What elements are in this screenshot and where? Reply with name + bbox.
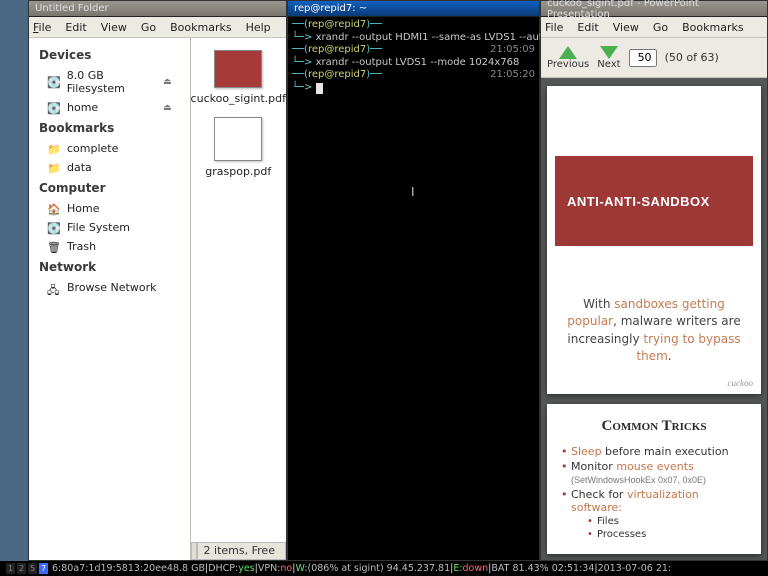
list-item: Files bbox=[585, 516, 749, 527]
terminal-titlebar[interactable]: rep@repid7: ~ bbox=[288, 1, 539, 17]
sidebar-item-data[interactable]: 📁data bbox=[33, 158, 186, 177]
pdf-thumbnail-icon bbox=[214, 50, 262, 88]
sidebar-head-devices: Devices bbox=[33, 44, 186, 66]
file-item[interactable]: cuckoo_sigint.pdf bbox=[191, 50, 286, 105]
terminal-body[interactable]: ──(rep@repid7)── └─> xrandr --output HDM… bbox=[288, 17, 539, 560]
menu-view[interactable]: View bbox=[101, 21, 127, 34]
sidebar-head-network: Network bbox=[33, 256, 186, 278]
text-caret-icon: I bbox=[411, 185, 415, 200]
drive-icon: 💽 bbox=[47, 102, 61, 114]
menu-help[interactable]: Help bbox=[246, 21, 271, 34]
pdf-thumbnail-icon bbox=[214, 117, 262, 161]
list-item: Check for virtualization software: Files… bbox=[559, 488, 749, 540]
mac-address: 6:80a7:1d19:5813:20ee bbox=[52, 563, 167, 574]
slide2-heading: Common Tricks bbox=[559, 418, 749, 435]
terminal-cursor bbox=[316, 83, 323, 94]
slide-subtitle: With sandboxes getting popular, malware … bbox=[547, 256, 761, 376]
file-name: cuckoo_sigint.pdf bbox=[191, 92, 286, 105]
pdfviewer-menubar: File Edit View Go Bookmarks bbox=[541, 17, 767, 38]
filemanager-titlebar[interactable]: Untitled Folder bbox=[29, 1, 286, 17]
filemanager-menubar: File Edit View Go Bookmarks Help bbox=[29, 17, 286, 38]
home-icon: 🏠 bbox=[47, 203, 61, 215]
network-icon: 🖧 bbox=[47, 282, 61, 294]
filemanager-sidebar: Devices 💽8.0 GB Filesystem⏏ 💽home⏏ Bookm… bbox=[29, 38, 191, 560]
list-item: Sleep before main execution bbox=[559, 445, 749, 458]
workspace-active[interactable]: 7 bbox=[39, 563, 48, 574]
workspace[interactable]: 1 bbox=[6, 563, 15, 574]
sidebar-item-browse-network[interactable]: 🖧Browse Network bbox=[33, 278, 186, 297]
filemanager-content[interactable]: cuckoo_sigint.pdf graspop.pdf 2 items, F… bbox=[191, 38, 286, 560]
menu-bookmarks[interactable]: Bookmarks bbox=[170, 21, 231, 34]
workspace-switcher[interactable]: 1 2 5 7 bbox=[6, 563, 48, 574]
sidebar-item-home-dev[interactable]: 💽home⏏ bbox=[33, 98, 186, 117]
file-item[interactable]: graspop.pdf bbox=[205, 117, 271, 178]
clock: 2013-07-06 21: bbox=[598, 563, 672, 574]
arrow-up-icon bbox=[559, 46, 577, 59]
sidebar-head-computer: Computer bbox=[33, 177, 186, 199]
pdfviewer-title: cuckoo_sigint.pdf - PowerPoint Presentat… bbox=[547, 0, 761, 20]
menu-go[interactable]: Go bbox=[653, 21, 668, 34]
previous-button[interactable]: Previous bbox=[547, 46, 589, 70]
slide-footer: cuckoo bbox=[547, 376, 761, 394]
slide: ANTI-ANTI-SANDBOX With sandboxes getting… bbox=[547, 86, 761, 394]
sidebar-item-fs[interactable]: 💽File System bbox=[33, 218, 186, 237]
trash-icon: 🗑 bbox=[47, 241, 61, 253]
menu-edit[interactable]: Edit bbox=[65, 21, 86, 34]
page-number-input[interactable] bbox=[629, 49, 657, 67]
terminal-cmd: xrandr --output LVDS1 --mode 1024x768 bbox=[312, 57, 519, 68]
page-count: (50 of 63) bbox=[665, 51, 719, 64]
filemanager-title: Untitled Folder bbox=[35, 3, 109, 14]
list-item: Processes bbox=[585, 529, 749, 540]
menu-edit[interactable]: Edit bbox=[577, 21, 598, 34]
pdfviewer-body[interactable]: ANTI-ANTI-SANDBOX With sandboxes getting… bbox=[541, 78, 767, 560]
sidebar-item-trash[interactable]: 🗑Trash bbox=[33, 237, 186, 256]
eject-icon[interactable]: ⏏ bbox=[163, 77, 172, 87]
list-item: Monitor mouse events (SetWindowsHookEx 0… bbox=[559, 460, 749, 486]
taskbar[interactable]: 1 2 5 7 6:80a7:1d19:5813:20ee 48.8 GB | … bbox=[0, 561, 768, 576]
slide-title: ANTI-ANTI-SANDBOX bbox=[567, 194, 710, 209]
file-name: graspop.pdf bbox=[205, 165, 271, 178]
arrow-down-icon bbox=[600, 46, 618, 59]
eject-icon[interactable]: ⏏ bbox=[163, 103, 172, 113]
disk-free: 48.8 GB bbox=[167, 563, 205, 574]
next-button[interactable]: Next bbox=[597, 46, 620, 70]
folder-icon: 📁 bbox=[47, 162, 61, 174]
statusbar-text: 2 items, Free s... bbox=[197, 542, 286, 560]
workspace[interactable]: 5 bbox=[28, 563, 37, 574]
folder-icon: 📁 bbox=[47, 143, 61, 155]
menu-go[interactable]: Go bbox=[141, 21, 156, 34]
sidebar-item-home[interactable]: 🏠Home bbox=[33, 199, 186, 218]
pdfviewer-toolbar: Previous Next (50 of 63) bbox=[541, 38, 767, 78]
sidebar-head-bookmarks: Bookmarks bbox=[33, 117, 186, 139]
terminal-title: rep@repid7: ~ bbox=[294, 3, 367, 14]
menu-view[interactable]: View bbox=[613, 21, 639, 34]
drive-icon: 💽 bbox=[47, 76, 61, 88]
sidebar-item-complete[interactable]: 📁complete bbox=[33, 139, 186, 158]
slide: Common Tricks Sleep before main executio… bbox=[547, 404, 761, 554]
pdfviewer-titlebar[interactable]: cuckoo_sigint.pdf - PowerPoint Presentat… bbox=[541, 1, 767, 17]
drive-icon: 💽 bbox=[47, 222, 61, 234]
menu-file[interactable]: File bbox=[545, 21, 563, 34]
terminal-cmd: xrandr --output HDMI1 --same-as LVDS1 --… bbox=[312, 32, 548, 43]
menu-file[interactable]: File bbox=[33, 21, 51, 34]
workspace[interactable]: 2 bbox=[17, 563, 26, 574]
battery-status: BAT 81.43% 02:51:34 bbox=[491, 563, 594, 574]
sidebar-item-filesystem[interactable]: 💽8.0 GB Filesystem⏏ bbox=[33, 66, 186, 98]
menu-bookmarks[interactable]: Bookmarks bbox=[682, 21, 743, 34]
